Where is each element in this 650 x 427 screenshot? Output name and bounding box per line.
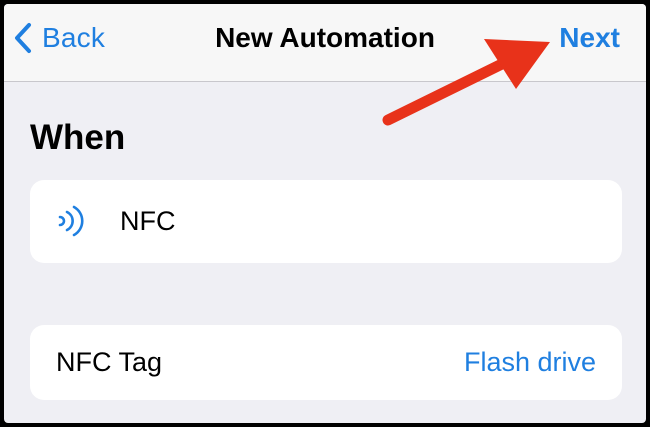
section-heading-when: When bbox=[30, 118, 126, 157]
nfc-icon bbox=[56, 204, 86, 238]
nfc-tag-label: NFC Tag bbox=[56, 347, 163, 377]
trigger-label: NFC bbox=[120, 206, 176, 236]
back-button-label: Back bbox=[42, 22, 106, 53]
screen: Back New Automation Next When NFC NFC Ta… bbox=[4, 4, 646, 423]
chevron-left-icon bbox=[14, 22, 32, 54]
back-button[interactable]: Back bbox=[14, 18, 105, 58]
navigation-bar: Back New Automation Next bbox=[4, 4, 646, 82]
trigger-card-nfc[interactable]: NFC bbox=[30, 180, 622, 263]
nfc-tag-row[interactable]: NFC Tag Flash drive bbox=[30, 325, 622, 400]
nfc-tag-value[interactable]: Flash drive bbox=[464, 325, 596, 400]
next-button[interactable]: Next bbox=[559, 18, 620, 58]
